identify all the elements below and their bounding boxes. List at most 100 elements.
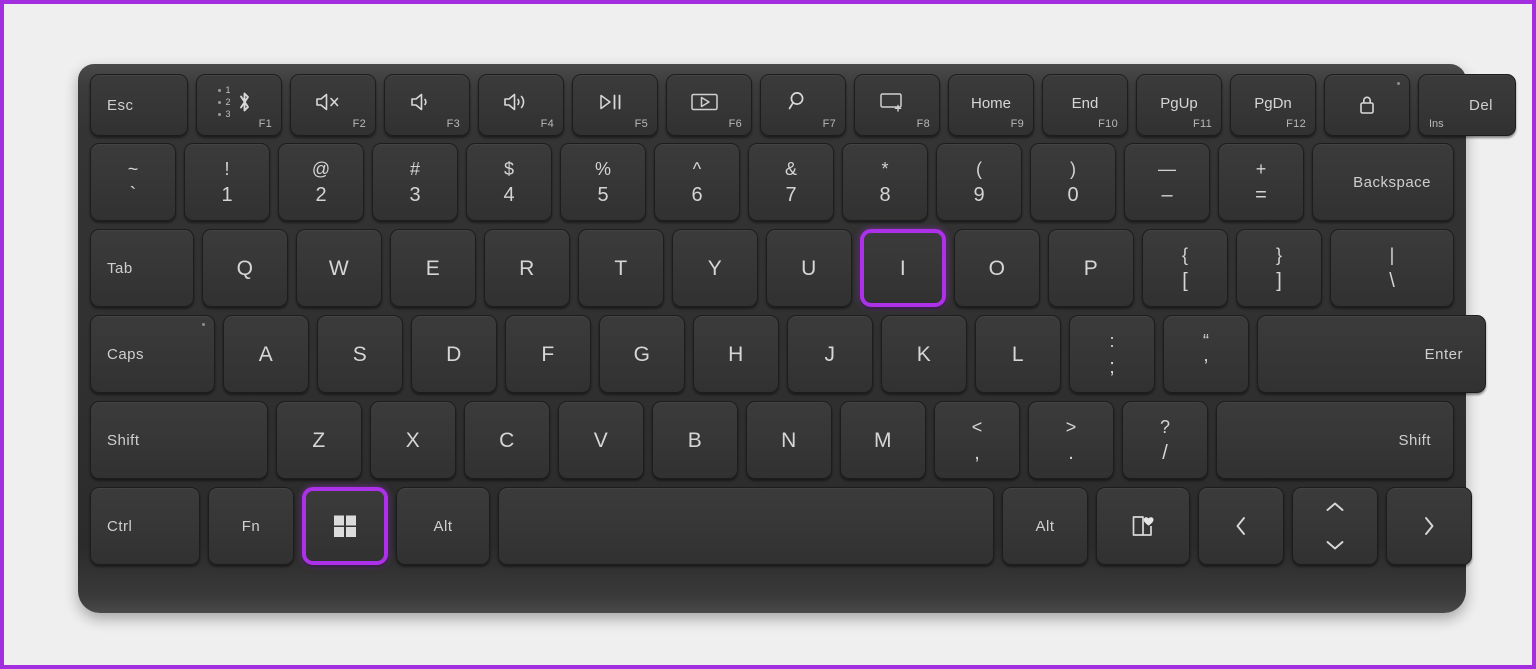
- key-j[interactable]: J: [787, 315, 873, 393]
- key-semicolon[interactable]: : ;: [1069, 315, 1155, 393]
- key-backtick[interactable]: ~ `: [90, 143, 176, 221]
- key-u[interactable]: U: [766, 229, 852, 307]
- key-s-label: S: [352, 342, 368, 366]
- key-o[interactable]: O: [954, 229, 1040, 307]
- key-quote[interactable]: “ ’: [1163, 315, 1249, 393]
- key-minus[interactable]: — –: [1124, 143, 1210, 221]
- key-f12-pgdn[interactable]: PgDn F12: [1230, 74, 1316, 136]
- key-k[interactable]: K: [881, 315, 967, 393]
- key-f3-fnum: F3: [446, 118, 460, 130]
- key-f8-project-screen[interactable]: F8: [854, 74, 940, 136]
- key-n[interactable]: N: [746, 401, 832, 479]
- key-3[interactable]: # 3: [372, 143, 458, 221]
- key-caps-lock[interactable]: Caps: [90, 315, 215, 393]
- key-left-shift[interactable]: Shift: [90, 401, 268, 479]
- key-8[interactable]: * 8: [842, 143, 928, 221]
- key-f2-fnum: F2: [352, 118, 366, 130]
- key-a[interactable]: A: [223, 315, 309, 393]
- key-arrow-up-down[interactable]: [1292, 487, 1378, 565]
- key-right-alt-label: Alt: [1035, 517, 1055, 535]
- key-slash[interactable]: ? /: [1122, 401, 1208, 479]
- home-letter-row: Caps A S D F G H J K L: ; “ ’ Enter: [90, 315, 1486, 393]
- key-right-shift[interactable]: Shift: [1216, 401, 1454, 479]
- key-f7-search[interactable]: F7: [760, 74, 846, 136]
- key-f6-fnum: F6: [728, 118, 742, 130]
- key-x-label: X: [405, 428, 421, 452]
- key-e[interactable]: E: [390, 229, 476, 307]
- key-l[interactable]: L: [975, 315, 1061, 393]
- key-left-bracket[interactable]: { [: [1142, 229, 1228, 307]
- key-arrow-left[interactable]: [1198, 487, 1284, 565]
- key-5[interactable]: % 5: [560, 143, 646, 221]
- bluetooth-channel-1-label: 1: [225, 84, 231, 95]
- key-h[interactable]: H: [693, 315, 779, 393]
- key-comma-base-label: ,: [974, 441, 980, 464]
- key-f5-play-pause[interactable]: F5: [572, 74, 658, 136]
- key-comma-shift-label: <: [971, 416, 983, 437]
- lock-led-indicator: [1397, 82, 1400, 85]
- key-emoji-panel[interactable]: [1096, 487, 1190, 565]
- key-f3-volume-down[interactable]: F3: [384, 74, 470, 136]
- key-2[interactable]: @ 2: [278, 143, 364, 221]
- key-d[interactable]: D: [411, 315, 497, 393]
- key-x[interactable]: X: [370, 401, 456, 479]
- key-lock[interactable]: [1324, 74, 1410, 136]
- key-y[interactable]: Y: [672, 229, 758, 307]
- arrow-up-icon[interactable]: [1324, 488, 1346, 526]
- key-w[interactable]: W: [296, 229, 382, 307]
- key-f11-pgup[interactable]: PgUp F11: [1136, 74, 1222, 136]
- key-left-alt[interactable]: Alt: [396, 487, 490, 565]
- key-t[interactable]: T: [578, 229, 664, 307]
- key-7[interactable]: & 7: [748, 143, 834, 221]
- key-right-alt[interactable]: Alt: [1002, 487, 1088, 565]
- key-f4-volume-up[interactable]: F4: [478, 74, 564, 136]
- key-enter[interactable]: Enter: [1257, 315, 1486, 393]
- key-period[interactable]: > .: [1028, 401, 1114, 479]
- arrow-down-icon[interactable]: [1324, 527, 1346, 565]
- key-backslash[interactable]: | \: [1330, 229, 1454, 307]
- key-f9-home[interactable]: Home F9: [948, 74, 1034, 136]
- key-f2-volume-mute[interactable]: F2: [290, 74, 376, 136]
- key-space[interactable]: [498, 487, 994, 565]
- key-m[interactable]: M: [840, 401, 926, 479]
- key-backspace[interactable]: Backspace: [1312, 143, 1454, 221]
- key-f10-end[interactable]: End F10: [1042, 74, 1128, 136]
- key-v[interactable]: V: [558, 401, 644, 479]
- key-1[interactable]: ! 1: [184, 143, 270, 221]
- key-slash-base-label: /: [1162, 441, 1168, 464]
- key-w-label: W: [328, 256, 350, 280]
- key-s[interactable]: S: [317, 315, 403, 393]
- key-9[interactable]: ( 9: [936, 143, 1022, 221]
- key-c[interactable]: C: [464, 401, 550, 479]
- key-arrow-right[interactable]: [1386, 487, 1472, 565]
- key-right-bracket[interactable]: } ]: [1236, 229, 1322, 307]
- key-equal-base-label: =: [1255, 183, 1267, 206]
- key-esc[interactable]: Esc: [90, 74, 188, 136]
- key-f[interactable]: F: [505, 315, 591, 393]
- key-fn[interactable]: Fn: [208, 487, 294, 565]
- key-6[interactable]: ^ 6: [654, 143, 740, 221]
- key-p[interactable]: P: [1048, 229, 1134, 307]
- key-ctrl[interactable]: Ctrl: [90, 487, 200, 565]
- key-4[interactable]: $ 4: [466, 143, 552, 221]
- key-b[interactable]: B: [652, 401, 738, 479]
- key-left-alt-label: Alt: [433, 517, 453, 535]
- arrow-right-icon: [1420, 515, 1438, 537]
- key-z[interactable]: Z: [276, 401, 362, 479]
- key-a-label: A: [258, 342, 274, 366]
- key-i-highlighted[interactable]: I: [860, 229, 946, 307]
- key-equal[interactable]: + =: [1218, 143, 1304, 221]
- key-q[interactable]: Q: [202, 229, 288, 307]
- key-7-shift-label: &: [784, 158, 797, 179]
- key-windows-highlighted[interactable]: [302, 487, 388, 565]
- key-f6-screen-snip[interactable]: F6: [666, 74, 752, 136]
- key-e-label: E: [425, 256, 441, 280]
- key-0-shift-label: ): [1070, 158, 1076, 179]
- key-0[interactable]: ) 0: [1030, 143, 1116, 221]
- key-delete[interactable]: Ins Del: [1418, 74, 1516, 136]
- key-comma[interactable]: < ,: [934, 401, 1020, 479]
- key-r[interactable]: R: [484, 229, 570, 307]
- key-tab[interactable]: Tab: [90, 229, 194, 307]
- key-g[interactable]: G: [599, 315, 685, 393]
- key-f1-bluetooth[interactable]: 1 2 3 F1: [196, 74, 282, 136]
